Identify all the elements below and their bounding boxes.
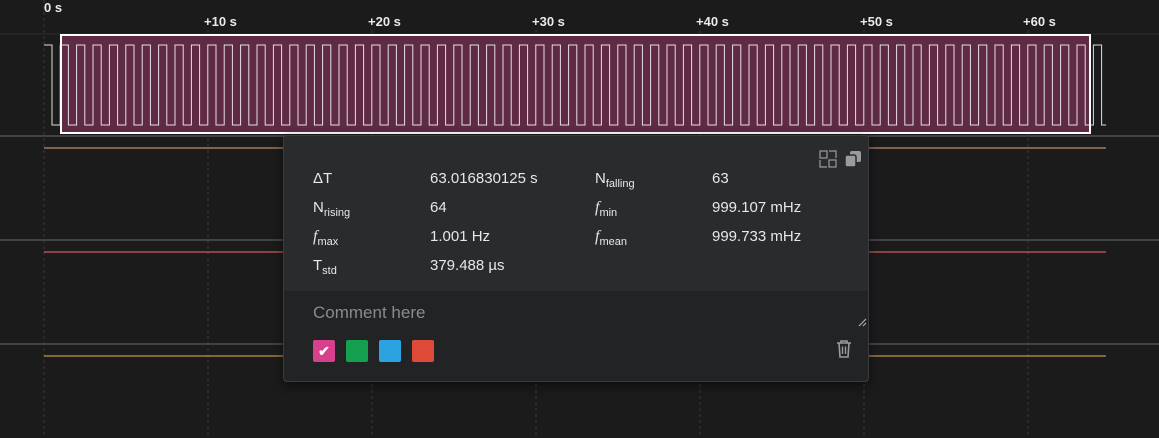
metric-label-delta-t: ΔT [313, 170, 333, 187]
metric-label-n-falling: Nfalling [595, 170, 635, 190]
metric-value-delta-t: 63.016830125 s [430, 170, 538, 187]
metric-value-n-rising: 64 [430, 199, 447, 216]
metric-value-f-mean: 999.733 mHz [712, 228, 802, 245]
tick-label-0: 0 s [44, 0, 62, 15]
color-swatch-green[interactable] [346, 340, 368, 362]
metric-label-f-max: fmax [313, 228, 339, 248]
tick-label-40: +40 s [696, 14, 729, 29]
comment-input[interactable] [313, 303, 853, 329]
color-swatch-pink[interactable]: ✔ [313, 340, 335, 362]
comment-section: ✔ [284, 291, 868, 381]
metric-label-t-std: Tstd [313, 257, 337, 277]
trash-icon[interactable] [835, 339, 853, 359]
tick-label-60: +60 s [1023, 14, 1056, 29]
color-swatch-blue[interactable] [379, 340, 401, 362]
color-swatch-red[interactable] [412, 340, 434, 362]
time-axis-labels: 0 s +10 s +20 s +30 s +40 s +50 s +60 s [44, 0, 1056, 29]
tick-label-20: +20 s [368, 14, 401, 29]
selection-region[interactable] [60, 34, 1091, 134]
metric-label-n-rising: Nrising [313, 199, 351, 219]
check-icon: ✔ [318, 343, 330, 359]
metric-value-f-max: 1.001 Hz [430, 228, 491, 245]
metric-value-n-falling: 63 [712, 170, 729, 187]
metric-label-f-mean: fmean [595, 228, 627, 248]
tick-label-50: +50 s [860, 14, 893, 29]
tick-label-30: +30 s [532, 14, 565, 29]
resize-handle-icon[interactable] [857, 317, 867, 327]
metric-label-f-min: fmin [595, 199, 618, 219]
expand-layout-icon[interactable] [819, 150, 837, 168]
measurement-popup: ΔT 63.016830125 s Nfalling 63 Nrising 64… [283, 135, 869, 382]
copy-icon[interactable] [844, 150, 862, 168]
metric-value-f-min: 999.107 mHz [712, 199, 802, 216]
tick-label-10: +10 s [204, 14, 237, 29]
metric-value-t-std: 379.488 µs [430, 257, 505, 274]
